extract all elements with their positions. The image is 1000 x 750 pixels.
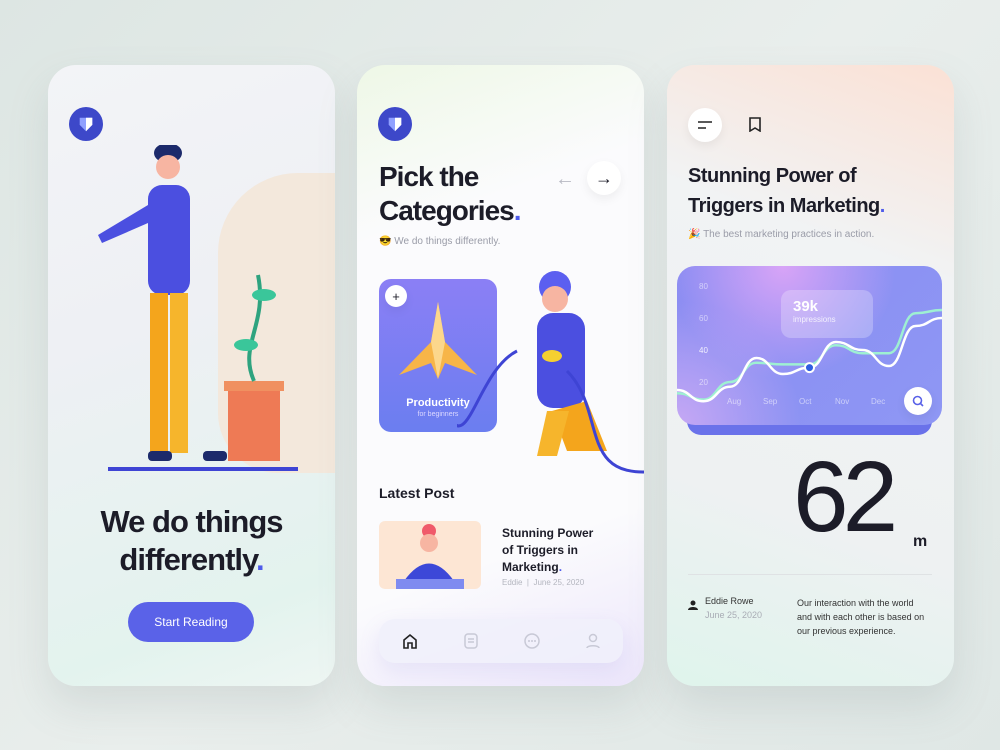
bookmark-icon[interactable]	[749, 117, 761, 137]
logo-icon	[69, 107, 103, 141]
posts-icon[interactable]	[461, 631, 481, 651]
user-icon	[688, 597, 698, 615]
highlight-point[interactable]	[804, 362, 815, 374]
search-icon	[912, 395, 924, 407]
unit: m	[913, 533, 928, 550]
tooltip-value: 39k	[793, 298, 819, 315]
messages-icon[interactable]	[522, 631, 542, 651]
article-subtitle: The best marketing practices in action.	[703, 229, 875, 240]
author-name: Eddie Rowe	[705, 596, 754, 606]
page-title: Pick the	[379, 161, 479, 192]
x-tick: Dec	[871, 397, 886, 406]
x-tick: Oct	[799, 397, 812, 406]
post-title[interactable]: Stunning Power of Triggers in Marketing.	[502, 525, 593, 576]
man-with-coffee-illustration	[98, 145, 298, 471]
quote: Our interaction with the world and with e…	[797, 598, 925, 636]
categories-screen: Pick the Categories. ← → 😎 We do things …	[357, 65, 644, 686]
party-icon: 🎉	[688, 229, 701, 240]
search-button[interactable]	[904, 387, 932, 415]
arrow-left-button[interactable]: ←	[555, 168, 575, 191]
logo-icon	[378, 107, 412, 141]
post-author: Eddie	[502, 578, 523, 587]
article-title-line2: Triggers in Marketing	[688, 195, 880, 217]
x-tick: Aug	[727, 397, 742, 406]
article-date: June 25, 2020	[705, 610, 763, 620]
boy-with-cable-illustration	[457, 271, 644, 474]
headline-line2: differently	[119, 542, 257, 577]
tooltip: 39k impressions	[781, 290, 873, 338]
home-icon[interactable]	[400, 631, 420, 651]
article-title: Stunning Power of	[688, 165, 857, 187]
y-tick: 60	[699, 314, 708, 323]
divider	[688, 574, 932, 575]
headline: We do things	[100, 504, 283, 539]
impressions-chart: 80 60 40 20 Aug Sep Oct Nov Dec 39k impr…	[677, 266, 942, 436]
y-tick: 40	[699, 346, 708, 355]
big-number: 62	[793, 441, 898, 553]
article-screen: Stunning Power of Triggers in Marketing.…	[667, 65, 954, 686]
emoji-icon: 😎	[379, 236, 392, 247]
latest-post-heading: Latest Post	[379, 485, 455, 501]
arrow-right-button[interactable]: →	[587, 161, 621, 195]
profile-icon[interactable]	[583, 631, 603, 651]
page-title-line2: Categories	[379, 195, 515, 226]
y-tick: 20	[699, 378, 708, 387]
y-tick: 80	[699, 282, 708, 291]
bottom-nav	[379, 619, 623, 663]
x-tick: Nov	[835, 397, 850, 406]
post-date: June 25, 2020	[533, 578, 585, 587]
post-thumbnail[interactable]	[379, 521, 481, 589]
welcome-screen: We do things differently. Start Reading	[48, 65, 335, 686]
x-tick: Sep	[763, 397, 778, 406]
start-reading-button[interactable]: Start Reading	[128, 602, 254, 642]
menu-icon	[698, 121, 712, 129]
tooltip-label: impressions	[793, 315, 836, 324]
subtitle: We do things differently.	[394, 236, 501, 247]
menu-button[interactable]	[688, 108, 722, 142]
